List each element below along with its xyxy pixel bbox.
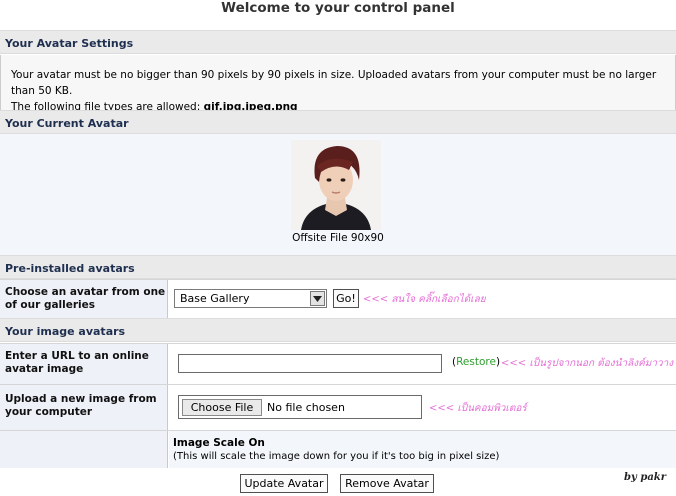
- gallery-select[interactable]: Base Gallery: [174, 289, 327, 308]
- update-avatar-button[interactable]: Update Avatar: [240, 474, 328, 493]
- gallery-note: <<< สนใจ คลิ๊กเลือกได้เลย: [363, 294, 486, 305]
- current-avatar-area: Offsite File 90x90: [0, 134, 676, 255]
- gallery-select-value: Base Gallery: [180, 292, 250, 305]
- scale-value-cell: Image Scale On (This will scale the imag…: [169, 431, 676, 468]
- no-file-chosen-text: No file chosen: [267, 401, 345, 414]
- scale-row: Image Scale On (This will scale the imag…: [0, 430, 676, 468]
- upload-value-cell: Choose File No file chosen <<< เป็นคอมพิ…: [169, 385, 676, 430]
- url-value-cell: (Restore) <<< เป็นรูปจากนอก ต้องนำลิงค์ม…: [169, 344, 676, 384]
- avatar-url-input[interactable]: [178, 354, 442, 373]
- signature-text: by pakr: [624, 472, 666, 483]
- avatar-settings-header: Your Avatar Settings: [0, 30, 676, 54]
- scale-info: Image Scale On (This will scale the imag…: [173, 437, 499, 463]
- image-avatars-header: Your image avatars: [0, 318, 676, 342]
- gallery-row: Choose an avatar from one of our galleri…: [0, 279, 676, 318]
- scale-title: Image Scale On: [173, 437, 265, 449]
- avatar-image: [291, 140, 381, 230]
- restore-link[interactable]: Restore: [456, 356, 496, 368]
- size-limit-text: Your avatar must be no bigger than 90 pi…: [11, 69, 657, 97]
- url-note: <<< เป็นรูปจากนอก ต้องนำลิงค์มาวาง: [501, 358, 674, 369]
- avatar-portrait-icon: [291, 140, 381, 230]
- upload-note: <<< เป็นคอมพิวเตอร์: [429, 403, 527, 414]
- choose-file-button[interactable]: Choose File: [182, 399, 262, 416]
- scale-label-cell: [0, 431, 168, 468]
- page-title: Welcome to your control panel: [221, 0, 455, 16]
- scale-description: (This will scale the image down for you …: [173, 451, 500, 462]
- url-row: Enter a URL to an online avatar image (R…: [0, 343, 676, 384]
- form-footer: Update Avatar Remove Avatar by pakr: [0, 468, 676, 496]
- upload-label: Upload a new image from your computer: [0, 385, 168, 430]
- upload-row: Upload a new image from your computer Ch…: [0, 384, 676, 430]
- remove-avatar-button[interactable]: Remove Avatar: [340, 474, 434, 493]
- current-avatar-header: Your Current Avatar: [0, 110, 676, 134]
- go-button[interactable]: Go!: [333, 289, 359, 308]
- restore-paren-close: ): [495, 356, 501, 368]
- chevron-down-icon[interactable]: [310, 291, 325, 306]
- gallery-value-cell: Base Gallery Go! <<< สนใจ คลิ๊กเลือกได้เ…: [169, 280, 676, 318]
- preinstalled-header: Pre-installed avatars: [0, 255, 676, 279]
- restore-wrapper: (Restore): [452, 356, 500, 368]
- avatar-caption: Offsite File 90x90: [292, 232, 384, 244]
- url-label: Enter a URL to an online avatar image: [0, 344, 168, 384]
- file-upload-field[interactable]: Choose File No file chosen: [178, 395, 422, 419]
- avatar-settings-info: Your avatar must be no bigger than 90 pi…: [0, 55, 676, 113]
- gallery-label: Choose an avatar from one of our galleri…: [0, 280, 168, 318]
